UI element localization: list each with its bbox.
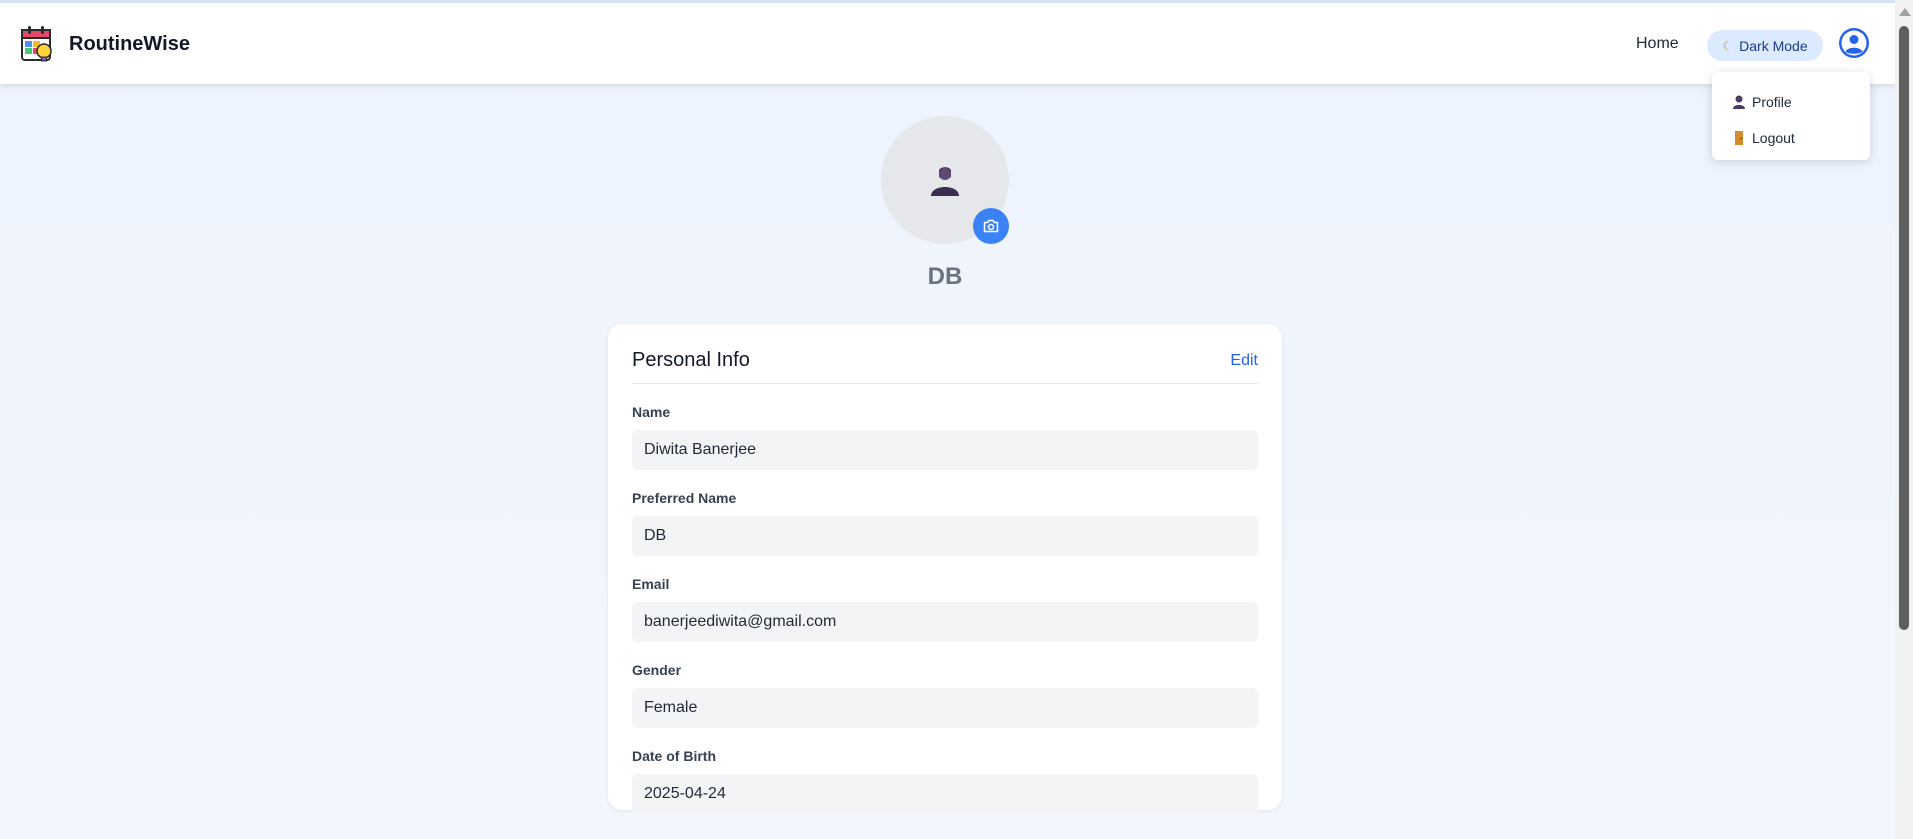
dropdown-item-label: Logout [1752, 130, 1795, 146]
camera-icon [983, 219, 999, 233]
card-header: Personal Info Edit [632, 324, 1258, 384]
user-circle-icon[interactable] [1838, 27, 1870, 59]
edit-button[interactable]: Edit [1230, 352, 1258, 370]
profile-display-name: DB [927, 263, 963, 290]
nav-home-link[interactable]: Home [1636, 35, 1679, 53]
scrollbar-thumb[interactable] [1899, 26, 1909, 630]
field-name: Name Diwita Banerjee [632, 403, 1258, 470]
page-scrollbar[interactable] [1895, 0, 1913, 839]
field-label: Date of Birth [632, 748, 716, 764]
scroll-up-arrow-icon[interactable] [1899, 8, 1911, 16]
person-silhouette-icon [931, 167, 959, 196]
dropdown-item-logout[interactable]: Logout [1712, 120, 1870, 156]
dropdown-item-profile[interactable]: Profile [1712, 84, 1870, 120]
email-value: banerjeediwita@gmail.com [632, 602, 1258, 642]
field-gender: Gender Female [632, 661, 1258, 728]
field-email: Email banerjeediwita@gmail.com [632, 575, 1258, 642]
moon-icon: ☾ [1722, 38, 1734, 53]
change-photo-button[interactable] [973, 208, 1009, 244]
personal-info-card: Personal Info Edit Name Diwita Banerjee … [608, 324, 1282, 814]
brand[interactable]: RoutineWise [20, 24, 190, 64]
preferred-name-value: DB [632, 516, 1258, 556]
navbar: RoutineWise Home ☾ Dark Mode [0, 3, 1895, 84]
user-dropdown-menu: Profile Logout [1712, 72, 1870, 160]
field-label: Gender [632, 662, 682, 678]
gender-value: Female [632, 688, 1258, 728]
profile-avatar [881, 116, 1009, 244]
dropdown-item-label: Profile [1752, 94, 1792, 110]
field-label: Preferred Name [632, 490, 737, 506]
field-preferred-name: Preferred Name DB [632, 489, 1258, 556]
field-date-of-birth: Date of Birth 2025-04-24 [632, 747, 1258, 814]
dark-mode-label: Dark Mode [1739, 37, 1808, 54]
dark-mode-toggle[interactable]: ☾ Dark Mode [1707, 30, 1823, 61]
app-name: RoutineWise [69, 32, 190, 55]
door-icon [1735, 131, 1743, 145]
field-label: Email [632, 576, 670, 592]
field-label: Name [632, 404, 671, 420]
calendar-bulb-logo-icon [21, 26, 52, 62]
date-of-birth-value: 2025-04-24 [632, 774, 1258, 814]
name-value: Diwita Banerjee [632, 430, 1258, 470]
card-title: Personal Info [632, 349, 750, 371]
person-icon [1733, 95, 1745, 109]
